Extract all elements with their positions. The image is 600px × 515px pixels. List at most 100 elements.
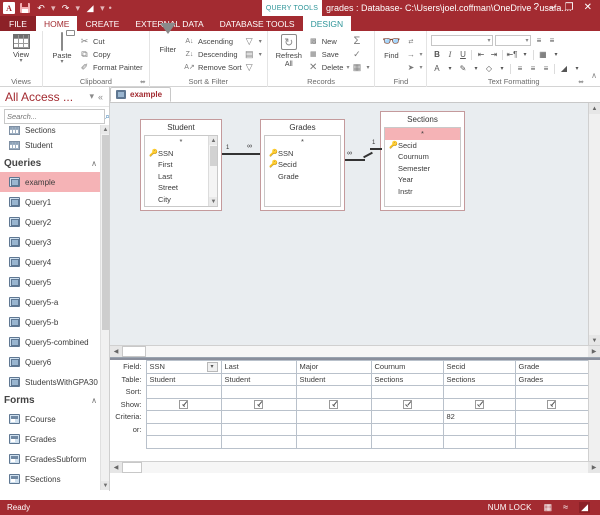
scroll-down-icon[interactable]: ▼ [209,197,217,206]
italic-icon[interactable]: I [444,49,455,60]
table-box-scrollbar[interactable]: ▲ ▼ [208,136,217,206]
nav-item-query1[interactable]: Query1 [0,192,109,212]
qbe-cell-show-4[interactable] [442,397,516,411]
field-row-star[interactable]: * [265,136,340,148]
undo-icon[interactable]: ↶ [35,2,47,14]
diagram-vertical-scrollbar[interactable]: ▲ ▼ [588,103,600,346]
nav-item-example[interactable]: example [0,172,109,192]
qbe-cell-field-4[interactable]: Secid [442,360,516,374]
field-row-secid[interactable]: 🔑 Secid [385,140,460,152]
qat-dropdown-icon[interactable]: ▾ [100,3,105,14]
new-record-button[interactable]: ▩ New [308,35,350,47]
qbe-cell-show-3[interactable] [370,397,444,411]
refresh-all-button[interactable]: ↻ Refresh All [272,33,306,68]
chevron-up-icon[interactable]: ∧ [91,159,97,168]
more-records-button[interactable]: ▦ ▾ [351,61,370,73]
text-formatting-dialog-launcher-icon[interactable]: ⬌ [578,78,584,86]
show-checkbox[interactable] [329,400,338,409]
table-box-field-list[interactable]: * 🔑 SSN 🔑 Secid Grade [264,135,341,207]
qbe-cell-table-2[interactable]: Student [295,372,372,386]
align-right-icon[interactable]: ≡ [540,63,551,74]
field-row-cournum[interactable]: Cournum [385,151,460,163]
gridlines-dropdown-icon[interactable]: ▾ [550,49,561,60]
qbe-cell-or-4[interactable] [442,422,516,436]
find-button[interactable]: 👓 Find [379,33,403,61]
qbe-cell-criteria-1[interactable] [220,410,297,424]
table-box-sections[interactable]: Sections * 🔑 Secid Cournum Semester Year… [380,111,465,211]
field-row-secid[interactable]: 🔑 Secid [265,159,340,171]
qbe-cell-criteria-5[interactable] [514,410,589,424]
help-button[interactable]: ? [534,3,540,13]
qbe-cell-criteria-4[interactable]: 82 [442,410,516,424]
delete-record-button[interactable]: ✕ Delete ▾ [308,61,349,73]
field-row-ssn[interactable]: 🔑 SSN [265,148,340,160]
alternate-row-color-icon[interactable]: ◢ [558,63,569,74]
sort-ascending-button[interactable]: A↓ Ascending [184,35,242,47]
highlight-dropdown-icon[interactable]: ▾ [470,63,481,74]
qbe-cell-sort-5[interactable] [514,385,589,399]
remove-sort-button[interactable]: A↗ Remove Sort [184,61,242,73]
nav-group-forms[interactable]: Forms ∧ [0,392,109,409]
qbe-cell-blank-3[interactable] [370,435,444,449]
qbe-cell-sort-4[interactable] [442,385,516,399]
field-row-semester[interactable]: Semester [385,163,460,175]
design-view-icon[interactable]: ◢ [579,502,590,513]
collapse-navigation-icon[interactable]: « [96,92,105,102]
qbe-cell-table-1[interactable]: Student [220,372,297,386]
field-row-ssn[interactable]: 🔑 SSN [145,148,217,160]
show-checkbox[interactable] [179,400,188,409]
qbe-cell-table-0[interactable]: Student [145,372,222,386]
show-checkbox[interactable] [402,400,412,409]
tab-create[interactable]: CREATE [77,16,127,31]
qbe-cell-blank-5[interactable] [514,435,589,449]
scroll-left-icon[interactable]: ◀ [110,462,122,473]
nav-item-fgradessubform[interactable]: FGradesSubform [0,449,109,469]
qbe-cell-blank-4[interactable] [442,435,516,449]
background-color-icon[interactable]: ◇ [483,63,494,74]
rtl-icon[interactable]: ⇤¶ [506,49,517,60]
goto-button[interactable]: → ▾ [405,48,423,60]
qbe-horizontal-scrollbar[interactable]: ◀ ▶ [110,461,600,473]
access-app-icon[interactable]: A [3,2,15,14]
redo-icon[interactable]: ↷ [60,2,72,14]
cut-button[interactable]: ✂ Cut [79,35,143,47]
qbe-cell-sort-3[interactable] [370,385,444,399]
qbe-cell-show-0[interactable] [145,397,222,411]
select-dropdown-icon[interactable]: ▾ [419,64,422,71]
sql-view-icon[interactable]: ≈ [563,503,568,512]
customize-qat-icon[interactable]: ◢ [84,2,96,14]
scroll-up-icon[interactable]: ▲ [209,136,217,145]
font-name-combo[interactable]: ▾ [431,35,494,46]
qbe-cell-table-5[interactable]: Grades [514,372,589,386]
query-diagram-pane[interactable]: Student * 🔑 SSN First Last Street City ▲… [110,103,600,358]
scroll-up-icon[interactable]: ▲ [101,125,109,134]
table-box-field-list[interactable]: * 🔑 SSN First Last Street City ▲ ▼ [144,135,218,207]
show-checkbox[interactable] [474,400,484,409]
qbe-cell-field-3[interactable]: Cournum [370,360,444,374]
nav-item-fcourse[interactable]: FCourse [0,409,109,429]
highlight-icon[interactable]: ✎ [457,63,468,74]
gridlines-icon[interactable]: ▦ [537,49,548,60]
save-icon[interactable] [19,2,31,14]
show-checkbox[interactable] [254,400,263,409]
scroll-left-icon[interactable]: ◀ [110,346,122,357]
tab-database-tools[interactable]: DATABASE TOOLS [212,16,303,31]
bullets-icon[interactable]: ≡ [533,35,544,46]
qbe-cell-show-1[interactable] [220,397,297,411]
nav-item-fgrades[interactable]: FGrades [0,429,109,449]
qbe-cell-blank-1[interactable] [220,435,297,449]
alternate-row-color-dropdown-icon[interactable]: ▾ [571,63,582,74]
rtl-dropdown-icon[interactable]: ▾ [519,49,530,60]
search-input[interactable] [7,112,105,121]
join-line-grades-sections-seg2[interactable] [363,151,373,159]
join-line-grades-sections-seg3[interactable] [370,148,382,150]
field-row-year[interactable]: Year [385,174,460,186]
sort-descending-button[interactable]: Z↓ Descending [184,48,242,60]
qbe-cell-table-4[interactable]: Sections [442,372,516,386]
align-center-icon[interactable]: ≡ [527,63,538,74]
qbe-cell-criteria-2[interactable] [295,410,372,424]
advanced-filter-dropdown-icon[interactable]: ▾ [258,51,263,58]
nav-item-query5-combined[interactable]: Query5-combined [0,332,109,352]
scrollbar-thumb[interactable] [122,346,146,357]
spelling-button[interactable]: ✓ [351,48,370,60]
